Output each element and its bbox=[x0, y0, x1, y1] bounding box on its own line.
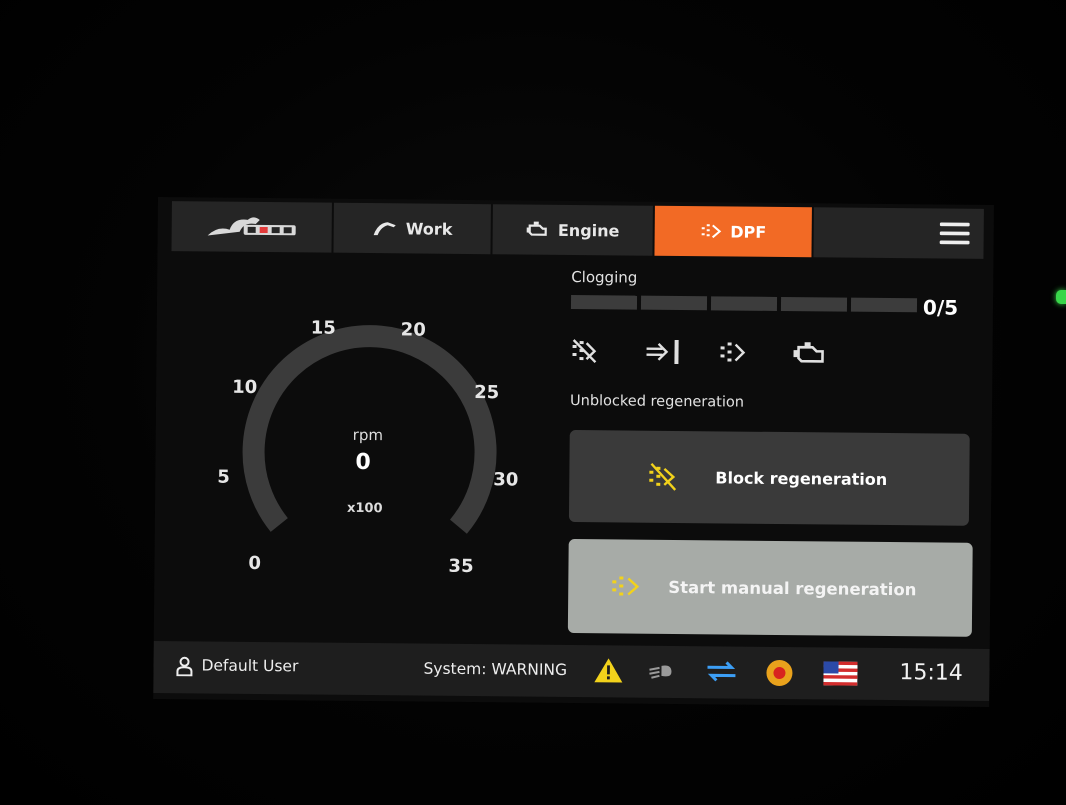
user-icon bbox=[176, 656, 193, 677]
data-transfer-icon bbox=[707, 661, 736, 682]
top-navigation: Work Engine DPF bbox=[171, 201, 984, 259]
brand-logo bbox=[207, 217, 296, 236]
dpf-filter-icon bbox=[718, 337, 774, 368]
clogging-level-bar bbox=[570, 294, 918, 313]
rpm-gauge bbox=[242, 325, 497, 534]
gauge-tick-35: 35 bbox=[448, 555, 474, 578]
warning-icon[interactable] bbox=[593, 657, 623, 683]
clogging-count: 0/5 bbox=[922, 295, 959, 320]
status-bar: Default User System: WARNING 15:14 bbox=[153, 640, 990, 702]
emergency-stop-icon bbox=[766, 659, 793, 686]
block-regeneration-icon bbox=[649, 462, 677, 491]
clogging-segment bbox=[850, 297, 918, 313]
tab-engine-label: Engine bbox=[557, 220, 620, 240]
tab-dpf-label: DPF bbox=[730, 221, 767, 242]
display-screen: Work Engine DPF 0 5 10 15 20 25 30 35 rp… bbox=[153, 197, 994, 708]
engine-icon bbox=[526, 221, 548, 236]
tab-dpf[interactable]: DPF bbox=[654, 205, 813, 258]
hamburger-menu-icon bbox=[939, 222, 970, 245]
us-flag-icon[interactable] bbox=[823, 661, 858, 686]
gauge-tick-5: 5 bbox=[217, 466, 230, 488]
clogging-segment bbox=[710, 296, 778, 311]
clogging-segment bbox=[640, 295, 708, 311]
gauge-tick-10: 10 bbox=[232, 376, 258, 398]
rpm-unit-label: rpm bbox=[352, 425, 384, 445]
engine-check-icon bbox=[792, 338, 848, 369]
start-manual-regeneration-button[interactable]: Start manual regeneration bbox=[567, 538, 973, 637]
tab-engine[interactable]: Engine bbox=[492, 204, 653, 256]
rpm-value: 0 bbox=[355, 449, 371, 476]
exhaust-temperature-icon bbox=[644, 337, 700, 368]
excavator-arm-icon bbox=[373, 222, 396, 236]
gauge-tick-25: 25 bbox=[474, 382, 500, 404]
tab-work[interactable]: Work bbox=[333, 202, 492, 255]
dpf-status-icons bbox=[570, 336, 848, 369]
current-user[interactable]: Default User bbox=[201, 656, 298, 675]
system-status-text: System: WARNING bbox=[423, 659, 568, 679]
gauge-tick-30: 30 bbox=[493, 469, 519, 491]
work-light-icon bbox=[649, 665, 672, 679]
main-menu-button[interactable] bbox=[813, 207, 984, 259]
clogging-segment bbox=[570, 294, 638, 310]
tab-home-logo[interactable] bbox=[171, 201, 332, 253]
gauge-tick-15: 15 bbox=[310, 317, 336, 339]
gauge-tick-20: 20 bbox=[400, 319, 426, 341]
rpm-multiplier: x100 bbox=[346, 500, 383, 517]
gauge-tick-0: 0 bbox=[248, 552, 262, 575]
clock: 15:14 bbox=[899, 660, 963, 686]
block-regeneration-label: Block regeneration bbox=[715, 467, 888, 489]
regeneration-blocked-icon bbox=[570, 336, 626, 367]
dpf-icon bbox=[701, 224, 721, 239]
clogging-label: Clogging bbox=[571, 267, 638, 287]
start-regeneration-icon bbox=[612, 576, 640, 596]
tab-work-label: Work bbox=[405, 218, 453, 239]
block-regeneration-button[interactable]: Block regeneration bbox=[568, 429, 970, 526]
clogging-segment bbox=[780, 296, 848, 312]
start-manual-regeneration-label: Start manual regeneration bbox=[668, 577, 917, 599]
power-led bbox=[1056, 290, 1066, 304]
regeneration-status-text: Unblocked regeneration bbox=[569, 392, 745, 411]
